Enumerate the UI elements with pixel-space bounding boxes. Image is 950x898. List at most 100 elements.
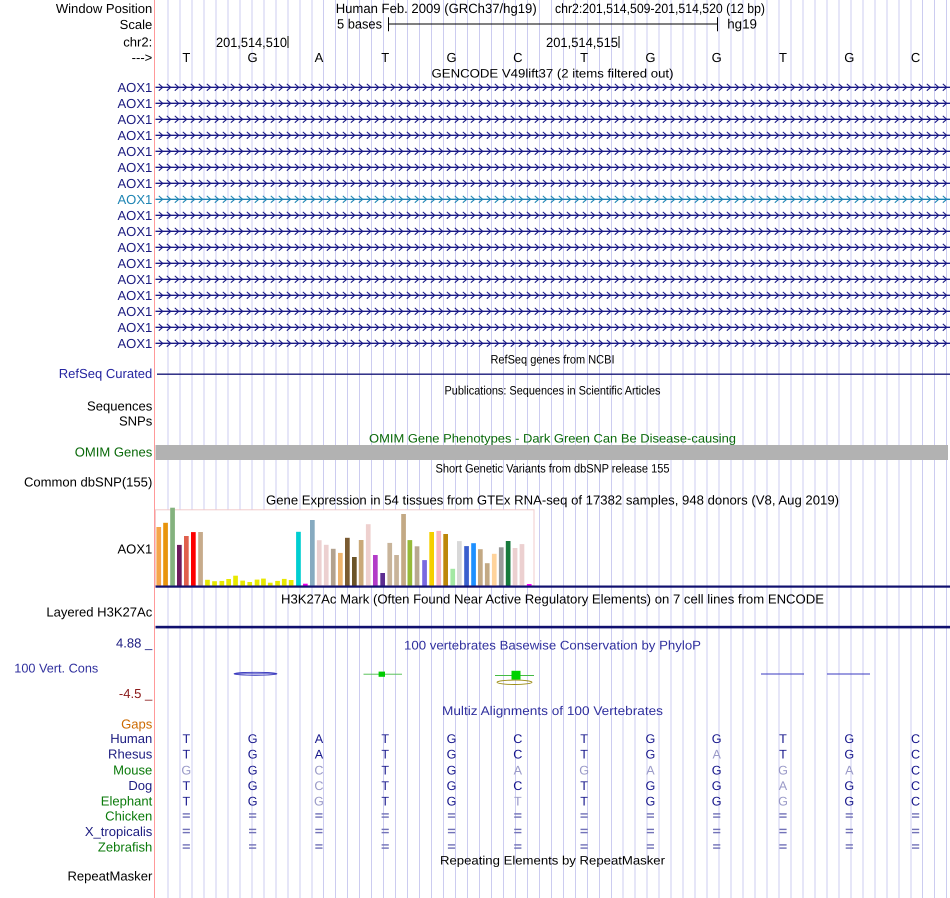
svg-text:T: T bbox=[580, 779, 588, 793]
svg-text:A: A bbox=[315, 732, 324, 746]
svg-text:G: G bbox=[712, 795, 722, 809]
svg-text:G: G bbox=[778, 764, 788, 778]
svg-text:Rhesus: Rhesus bbox=[108, 747, 153, 762]
svg-text:Window Position: Window Position bbox=[56, 1, 152, 16]
svg-text:A: A bbox=[712, 748, 721, 762]
svg-text:C: C bbox=[513, 50, 522, 65]
svg-text:Gaps: Gaps bbox=[121, 717, 153, 732]
svg-text:A: A bbox=[315, 748, 324, 762]
svg-text:5 bases: 5 bases bbox=[337, 17, 382, 32]
svg-text:G: G bbox=[248, 764, 258, 778]
svg-text:AOX1: AOX1 bbox=[117, 128, 152, 143]
svg-text:GENCODE V49lift37 (2 items fil: GENCODE V49lift37 (2 items filtered out) bbox=[432, 66, 674, 80]
svg-text:G: G bbox=[181, 764, 191, 778]
svg-text:Dog: Dog bbox=[128, 778, 152, 793]
svg-text:Human: Human bbox=[110, 731, 152, 746]
svg-text:Mouse: Mouse bbox=[113, 763, 152, 778]
svg-text:G: G bbox=[712, 779, 722, 793]
svg-text:C: C bbox=[911, 50, 920, 65]
svg-text:Human Feb. 2009 (GRCh37/hg19): Human Feb. 2009 (GRCh37/hg19) bbox=[336, 1, 537, 16]
svg-text:A: A bbox=[315, 50, 324, 65]
svg-text:G: G bbox=[248, 732, 258, 746]
svg-text:T: T bbox=[580, 732, 588, 746]
svg-text:AOX1: AOX1 bbox=[117, 208, 152, 223]
svg-text:C: C bbox=[314, 764, 323, 778]
svg-text:RefSeq genes from NCBI: RefSeq genes from NCBI bbox=[491, 352, 615, 366]
svg-text:AOX1: AOX1 bbox=[117, 160, 152, 175]
svg-text:T: T bbox=[381, 795, 389, 809]
svg-text:G: G bbox=[645, 50, 655, 65]
svg-text:AOX1: AOX1 bbox=[117, 240, 152, 255]
svg-text:G: G bbox=[646, 732, 656, 746]
svg-text:Publications: Sequences in Sci: Publications: Sequences in Scientific Ar… bbox=[445, 383, 661, 397]
svg-text:T: T bbox=[381, 732, 389, 746]
svg-text:G: G bbox=[778, 795, 788, 809]
svg-text:G: G bbox=[844, 795, 854, 809]
svg-text:C: C bbox=[911, 764, 920, 778]
svg-text:Multiz Alignments of 100 Verte: Multiz Alignments of 100 Vertebrates bbox=[442, 704, 663, 718]
svg-text:SNPs: SNPs bbox=[119, 414, 153, 429]
svg-text:G: G bbox=[248, 779, 258, 793]
svg-text:T: T bbox=[182, 779, 190, 793]
svg-text:OMIM Gene Phenotypes - Dark Gr: OMIM Gene Phenotypes - Dark Green Can Be… bbox=[369, 431, 736, 445]
svg-text:G: G bbox=[447, 764, 457, 778]
svg-text:Elephant: Elephant bbox=[101, 794, 153, 809]
svg-text:201,514,510: 201,514,510 bbox=[216, 35, 287, 50]
svg-text:A: A bbox=[779, 779, 788, 793]
svg-text:C: C bbox=[911, 748, 920, 762]
svg-text:C: C bbox=[911, 779, 920, 793]
svg-text:Sequences: Sequences bbox=[87, 399, 153, 414]
svg-text:4.88 _: 4.88 _ bbox=[116, 636, 153, 651]
svg-text:C: C bbox=[513, 779, 522, 793]
svg-text:G: G bbox=[712, 764, 722, 778]
svg-text:AOX1: AOX1 bbox=[117, 176, 152, 191]
svg-text:T: T bbox=[514, 795, 522, 809]
svg-text:G: G bbox=[248, 795, 258, 809]
svg-text:T: T bbox=[580, 795, 588, 809]
svg-text:Chicken: Chicken bbox=[105, 809, 152, 824]
svg-text:T: T bbox=[381, 50, 389, 65]
svg-text:G: G bbox=[712, 50, 722, 65]
svg-text:AOX1: AOX1 bbox=[117, 144, 152, 159]
svg-text:G: G bbox=[646, 795, 656, 809]
svg-text:X_tropicalis: X_tropicalis bbox=[85, 824, 153, 839]
svg-text:AOX1: AOX1 bbox=[117, 542, 152, 557]
svg-text:T: T bbox=[381, 748, 389, 762]
svg-text:C: C bbox=[513, 748, 522, 762]
svg-text:G: G bbox=[314, 795, 324, 809]
svg-text:T: T bbox=[580, 748, 588, 762]
svg-text:T: T bbox=[182, 748, 190, 762]
svg-text:G: G bbox=[646, 748, 656, 762]
svg-text:T: T bbox=[182, 795, 190, 809]
svg-text:OMIM Genes: OMIM Genes bbox=[75, 445, 153, 460]
svg-text:100 vertebrates Basewise Conse: 100 vertebrates Basewise Conservation by… bbox=[404, 639, 701, 653]
svg-text:G: G bbox=[447, 795, 457, 809]
svg-text:AOX1: AOX1 bbox=[117, 320, 152, 335]
svg-text:H3K27Ac Mark (Often Found Near: H3K27Ac Mark (Often Found Near Active Re… bbox=[281, 592, 824, 607]
svg-text:AOX1: AOX1 bbox=[117, 304, 152, 319]
svg-text:RepeatMasker: RepeatMasker bbox=[67, 869, 152, 884]
svg-text:AOX1: AOX1 bbox=[117, 272, 152, 287]
svg-text:C: C bbox=[513, 732, 522, 746]
svg-text:Scale: Scale bbox=[120, 17, 153, 32]
svg-text:G: G bbox=[844, 748, 854, 762]
svg-text:AOX1: AOX1 bbox=[117, 288, 152, 303]
svg-text:G: G bbox=[712, 732, 722, 746]
svg-text:AOX1: AOX1 bbox=[117, 224, 152, 239]
svg-text:A: A bbox=[845, 764, 854, 778]
svg-text:G: G bbox=[844, 779, 854, 793]
svg-text:C: C bbox=[314, 779, 323, 793]
svg-text:Common dbSNP(155): Common dbSNP(155) bbox=[24, 475, 152, 490]
svg-text:G: G bbox=[447, 732, 457, 746]
svg-text:G: G bbox=[844, 732, 854, 746]
svg-text:T: T bbox=[381, 779, 389, 793]
svg-text:T: T bbox=[779, 50, 787, 65]
svg-text:Repeating Elements by RepeatMa: Repeating Elements by RepeatMasker bbox=[440, 853, 665, 867]
svg-text:G: G bbox=[447, 748, 457, 762]
svg-text:G: G bbox=[447, 779, 457, 793]
svg-text:Gene Expression in 54 tissues: Gene Expression in 54 tissues from GTEx … bbox=[266, 493, 839, 508]
svg-text:G: G bbox=[248, 50, 258, 65]
svg-text:Layered H3K27Ac: Layered H3K27Ac bbox=[46, 605, 152, 620]
svg-text:AOX1: AOX1 bbox=[117, 96, 152, 111]
svg-text:A: A bbox=[514, 764, 523, 778]
